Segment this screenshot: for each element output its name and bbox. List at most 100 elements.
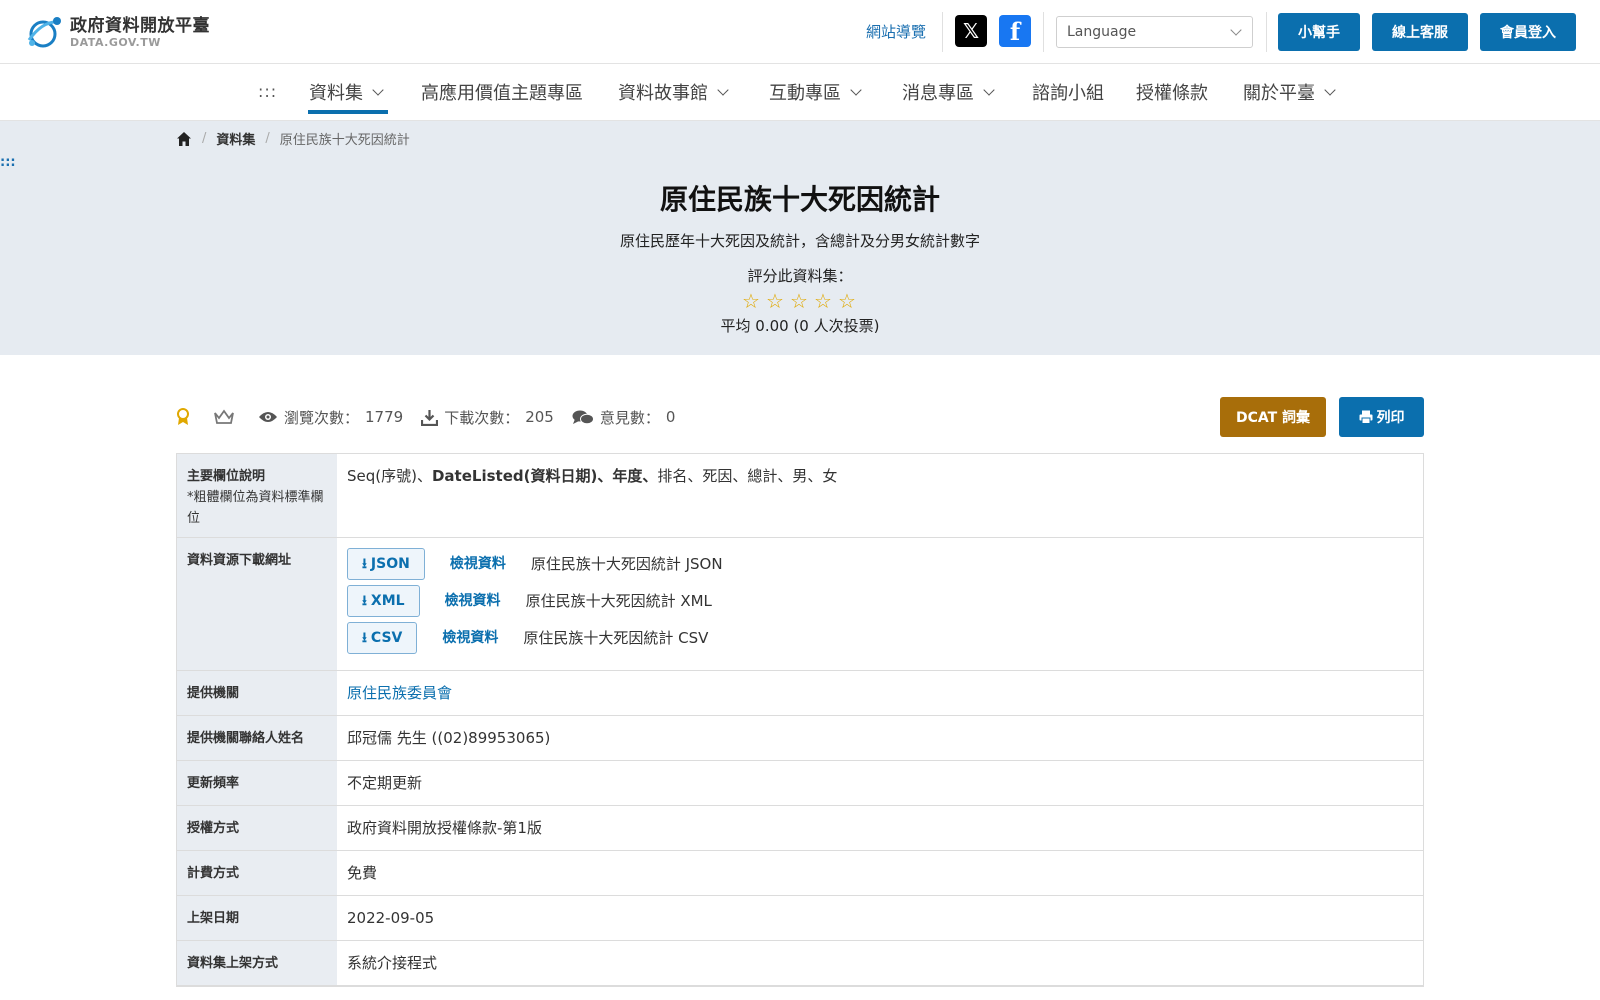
fee-label: 計費方式 xyxy=(177,851,337,895)
field-label: 主要欄位說明 *粗體欄位為資料標準欄位 xyxy=(177,454,337,537)
nav-item-interactive[interactable]: 互動專區 xyxy=(769,80,862,104)
chevron-down-icon xyxy=(1230,24,1242,36)
crown-icon xyxy=(214,409,234,425)
dcat-vocabulary-button[interactable]: DCAT 詞彙 xyxy=(1220,397,1326,437)
frequency-value: 不定期更新 xyxy=(347,774,423,792)
chevron-down-icon xyxy=(1324,83,1336,96)
star-icon[interactable]: ☆ xyxy=(811,290,835,312)
online-support-button[interactable]: 線上客服 xyxy=(1372,13,1468,51)
chevron-down-icon xyxy=(983,83,995,96)
download-icon: ⭳ xyxy=(362,556,367,572)
rating-average: 平均 0.00 (0 人次投票) xyxy=(720,317,880,335)
download-xml-button[interactable]: ⭳ XML xyxy=(347,585,420,617)
nav-item-label: 高應用價值主題專區 xyxy=(421,83,583,104)
rating-stars[interactable]: ☆ ☆ ☆ ☆ ☆ xyxy=(739,290,859,312)
license-value: 政府資料開放授權條款-第1版 xyxy=(347,819,542,837)
main-columns-note: *粗體欄位為資料標準欄位 xyxy=(187,490,324,526)
rating-label: 評分此資料集： xyxy=(747,267,853,285)
print-button-label: 列印 xyxy=(1376,410,1405,426)
resources-label: 資料資源下載網址 xyxy=(177,538,337,670)
download-icon: ⭳ xyxy=(362,593,367,609)
logo-icon xyxy=(27,17,61,48)
main-columns-label: 主要欄位說明 xyxy=(187,469,266,484)
nav-item-news[interactable]: 消息專區 xyxy=(902,80,995,104)
provider-link[interactable]: 原住民族委員會 xyxy=(347,684,452,702)
table-row: 授權方式 政府資料開放授權條款-第1版 xyxy=(177,806,1423,851)
nav-item-about[interactable]: 關於平臺 xyxy=(1243,80,1336,104)
x-twitter-icon[interactable]: 𝕏 xyxy=(955,15,987,47)
dataset-stats: 瀏覽次數： 1779 下載次數： 205 意見數： 0 xyxy=(176,406,693,428)
download-csv-button[interactable]: ⭳ CSV xyxy=(347,622,418,654)
nav-item-datasets[interactable]: 資料集 xyxy=(309,80,384,104)
breadcrumb-separator: / xyxy=(202,131,207,146)
license-label: 授權方式 xyxy=(177,806,337,850)
printer-icon xyxy=(1359,410,1372,424)
nav-item-high-value-topics[interactable]: 高應用價值主題專區 xyxy=(421,80,583,104)
accesskey-anchor[interactable]: ::: xyxy=(258,82,277,101)
download-json-button[interactable]: ⭳ JSON xyxy=(347,548,425,580)
nav-item-label: 資料故事館 xyxy=(618,83,708,104)
logo-subtitle: DATA.GOV.TW xyxy=(70,35,161,49)
dataset-description: 原住民歷年十大死因及統計，含總計及分男女統計數字 xyxy=(619,232,980,250)
contact-label: 提供機關聯絡人姓名 xyxy=(177,716,337,760)
chevron-down-icon xyxy=(717,83,729,96)
breadcrumb: / 資料集 / 原住民族十大死因統計 xyxy=(176,129,410,148)
provider-label: 提供機關 xyxy=(177,671,337,715)
nav-item-advisory[interactable]: 諮詢小組 xyxy=(1032,80,1104,104)
breadcrumb-datasets[interactable]: 資料集 xyxy=(216,129,255,148)
breadcrumb-current: 原住民族十大死因統計 xyxy=(279,133,410,148)
print-button[interactable]: 列印 xyxy=(1339,397,1424,437)
nav-item-license[interactable]: 授權條款 xyxy=(1136,80,1208,104)
dataset-info-table: 主要欄位說明 *粗體欄位為資料標準欄位 Seq(序號)、DateListed(資… xyxy=(176,453,1424,987)
star-icon[interactable]: ☆ xyxy=(787,290,811,312)
star-icon[interactable]: ☆ xyxy=(835,290,859,312)
resource-item: ⭳ XML 檢視資料 原住民族十大死因統計 XML xyxy=(347,585,1413,617)
published-value: 2022-09-05 xyxy=(347,909,435,927)
format-label: XML xyxy=(370,593,405,609)
table-row: 主要欄位說明 *粗體欄位為資料標準欄位 Seq(序號)、DateListed(資… xyxy=(177,454,1423,538)
site-logo[interactable]: 政府資料開放平臺 DATA.GOV.TW xyxy=(24,12,210,52)
resource-name: 原住民族十大死因統計 JSON xyxy=(530,555,723,573)
table-row: 提供機關聯絡人姓名 邱冠儒 先生 ((02)89953065) xyxy=(177,716,1423,761)
helper-button[interactable]: 小幫手 xyxy=(1278,13,1360,51)
resource-item: ⭳ CSV 檢視資料 原住民族十大死因統計 CSV xyxy=(347,622,1413,654)
language-select[interactable]: Language xyxy=(1056,16,1253,48)
format-label: JSON xyxy=(370,556,410,572)
chevron-down-icon xyxy=(372,83,384,96)
facebook-icon[interactable]: f xyxy=(999,15,1031,47)
provider-cell: 原住民族委員會 xyxy=(337,671,1423,715)
nav-item-label: 授權條款 xyxy=(1136,83,1208,104)
logo-title: 政府資料開放平臺 xyxy=(70,15,210,36)
content-anchor[interactable]: ::: xyxy=(0,155,16,170)
site-navigation-link[interactable]: 網站導覽 xyxy=(866,21,926,42)
page-title: 原住民族十大死因統計 xyxy=(659,183,940,216)
resource-name: 原住民族十大死因統計 CSV xyxy=(523,629,709,647)
nav-item-label: 關於平臺 xyxy=(1243,83,1315,104)
view-data-link[interactable]: 檢視資料 xyxy=(445,589,501,613)
home-icon[interactable] xyxy=(176,131,192,147)
divider xyxy=(942,12,943,52)
published-label: 上架日期 xyxy=(177,896,337,940)
star-icon[interactable]: ☆ xyxy=(763,290,787,312)
download-icon: ⭳ xyxy=(362,630,367,646)
eye-icon xyxy=(258,410,278,424)
frequency-label: 更新頻率 xyxy=(177,761,337,805)
view-data-link[interactable]: 檢視資料 xyxy=(450,552,506,576)
views-count: 1779 xyxy=(365,408,404,426)
nav-item-label: 互動專區 xyxy=(769,83,841,104)
main-columns-plain: Seq(序號)、 xyxy=(347,467,432,485)
main-columns-value: Seq(序號)、DateListed(資料日期)、年度、排名、死因、總計、男、女 xyxy=(337,454,1423,537)
view-data-link[interactable]: 檢視資料 xyxy=(442,626,498,650)
dataset-hero: / 資料集 / 原住民族十大死因統計 ::: 原住民族十大死因統計 原住民歷年十… xyxy=(0,121,1600,355)
publish-method-label: 資料集上架方式 xyxy=(177,941,337,985)
table-row: 資料資源下載網址 ⭳ JSON 檢視資料 原住民族十大死因統計 JSON ⭳ X… xyxy=(177,538,1423,671)
nav-item-data-stories[interactable]: 資料故事館 xyxy=(618,80,729,104)
award-badge-icon xyxy=(176,408,190,426)
comments-count: 0 xyxy=(665,408,676,426)
publish-method-value: 系統介接程式 xyxy=(347,954,438,972)
star-icon[interactable]: ☆ xyxy=(739,290,763,312)
member-login-button[interactable]: 會員登入 xyxy=(1480,13,1576,51)
views-label: 瀏覽次數： xyxy=(284,408,360,427)
downloads-count: 205 xyxy=(525,408,554,426)
table-row: 提供機關 原住民族委員會 xyxy=(177,671,1423,716)
